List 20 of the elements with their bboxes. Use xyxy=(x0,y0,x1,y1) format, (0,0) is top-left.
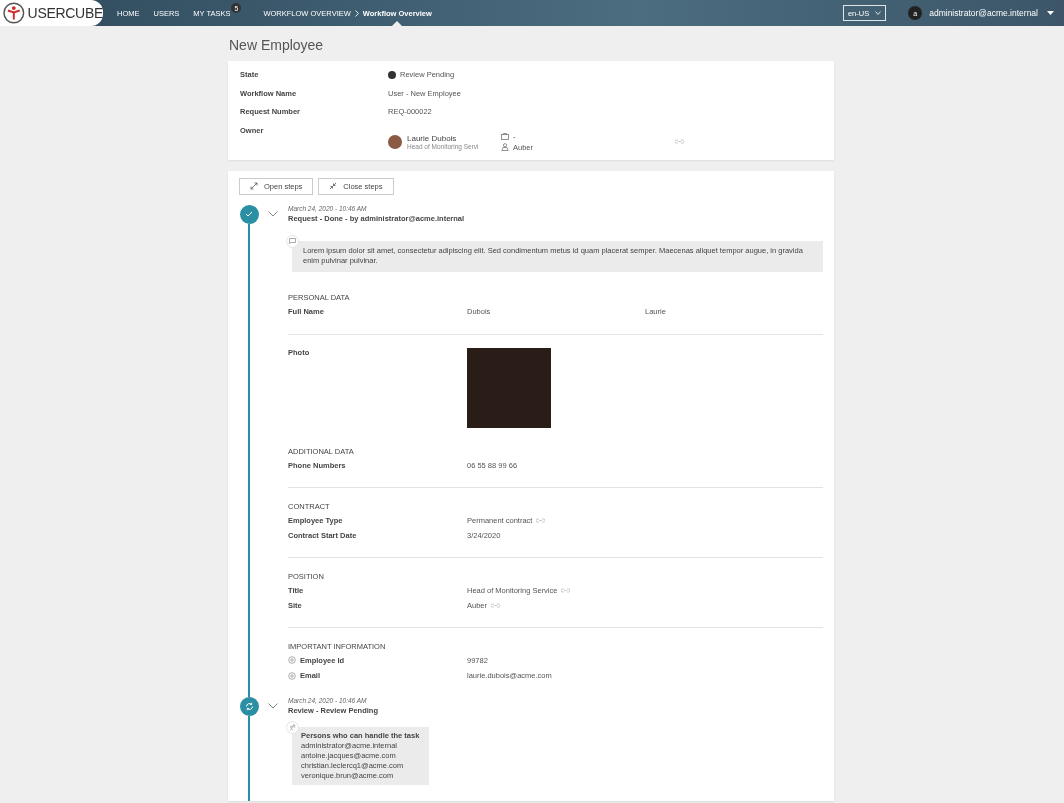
state-icon xyxy=(388,70,396,79)
briefcase-icon xyxy=(501,132,509,140)
chevron-down-icon xyxy=(875,11,882,15)
person-logo-icon xyxy=(3,2,25,24)
person-icon xyxy=(501,143,509,152)
user-name[interactable]: administrator@acme.internal xyxy=(929,8,1038,18)
expand-arrows-icon xyxy=(250,182,258,191)
link-icon[interactable] xyxy=(491,603,500,609)
page-title: New Employee xyxy=(229,37,325,53)
link-icon[interactable] xyxy=(675,139,684,145)
avatar-circle xyxy=(388,134,402,149)
logo[interactable]: USERCUBE xyxy=(0,0,103,26)
chevron-right-icon xyxy=(354,9,359,17)
caret-icon[interactable] xyxy=(1047,11,1054,15)
comment-icon xyxy=(286,234,299,248)
logo-text: USERCUBE xyxy=(27,5,103,21)
link-icon[interactable] xyxy=(561,587,571,593)
collapse-arrows-icon xyxy=(329,182,338,191)
owner-name: Laurie Dubois xyxy=(407,133,458,143)
link-icon[interactable] xyxy=(536,517,546,523)
